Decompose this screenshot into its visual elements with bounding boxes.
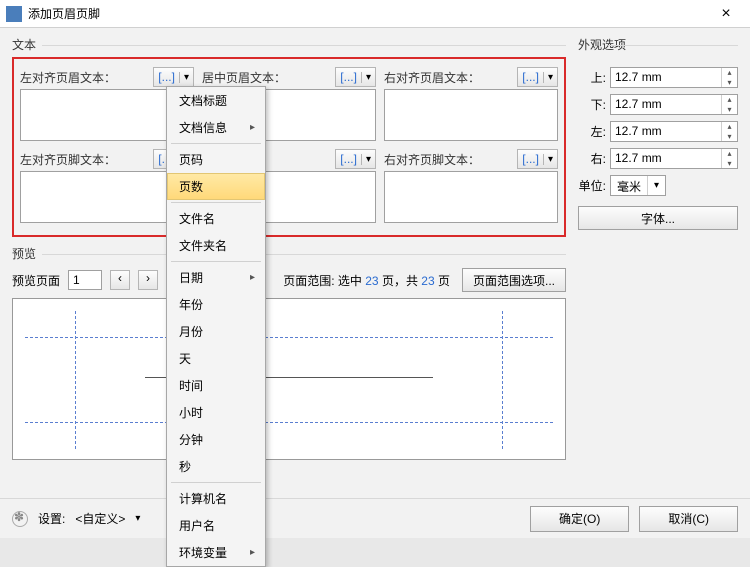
menu-item-year[interactable]: 年份: [167, 291, 265, 318]
unit-select[interactable]: 毫米▾: [610, 175, 666, 196]
chevron-right-icon: ▸: [250, 547, 255, 558]
chevron-down-icon: ▾: [361, 154, 375, 165]
appearance-group-label: 外观选项: [578, 36, 738, 53]
margin-bottom-label: 下:: [578, 96, 606, 113]
right-header-textarea[interactable]: [384, 89, 558, 141]
menu-item-month[interactable]: 月份: [167, 318, 265, 345]
right-footer-textarea[interactable]: [384, 171, 558, 223]
margin-top-input[interactable]: 12.7 mm▴▾: [610, 67, 738, 88]
menu-item-user[interactable]: 用户名: [167, 512, 265, 539]
right-header-insert-button[interactable]: [...] ▾: [517, 67, 558, 87]
center-header-label: 居中页眉文本：: [202, 69, 286, 86]
margin-left-input[interactable]: 12.7 mm▴▾: [610, 121, 738, 142]
chevron-down-icon: ▾: [543, 154, 557, 165]
next-page-button[interactable]: ›: [138, 270, 158, 290]
center-header-insert-button[interactable]: [...] ▾: [335, 67, 376, 87]
margin-left-label: 左:: [578, 123, 606, 140]
text-fields-container: 左对齐页眉文本： [...] ▾ 居中页眉文本： [...]: [12, 57, 566, 237]
right-header-label: 右对齐页眉文本：: [384, 69, 480, 86]
preview-group-label: 预览: [12, 245, 566, 262]
menu-item-second[interactable]: 秒: [167, 453, 265, 480]
menu-item-page-num[interactable]: 页码: [167, 146, 265, 173]
gear-icon[interactable]: [12, 511, 28, 527]
preview-page-label: 预览页面: [12, 272, 60, 289]
left-header-label: 左对齐页眉文本：: [20, 69, 116, 86]
menu-item-hour[interactable]: 小时: [167, 399, 265, 426]
margin-bottom-input[interactable]: 12.7 mm▴▾: [610, 94, 738, 115]
margin-right-label: 右:: [578, 150, 606, 167]
menu-item-day[interactable]: 天: [167, 345, 265, 372]
text-group-label: 文本: [12, 36, 566, 53]
menu-item-page-count[interactable]: 页数: [167, 173, 265, 200]
settings-value[interactable]: <自定义>: [75, 510, 125, 527]
insert-field-menu: 文档标题 文档信息▸ 页码 页数 文件名 文件夹名 日期▸ 年份 月份 天 时间…: [166, 86, 266, 567]
left-footer-label: 左对齐页脚文本：: [20, 151, 116, 168]
menu-item-doc-title[interactable]: 文档标题: [167, 87, 265, 114]
chevron-right-icon: ▸: [250, 272, 255, 283]
menu-item-file-name[interactable]: 文件名: [167, 205, 265, 232]
close-button[interactable]: ×: [708, 5, 744, 23]
preview-area: [12, 298, 566, 460]
cancel-button[interactable]: 取消(C): [639, 506, 738, 532]
menu-item-computer[interactable]: 计算机名: [167, 485, 265, 512]
titlebar: 添加页眉页脚 ×: [0, 0, 750, 28]
menu-item-folder-name[interactable]: 文件夹名: [167, 232, 265, 259]
center-footer-insert-button[interactable]: [...] ▾: [335, 149, 376, 169]
unit-label: 单位:: [578, 177, 606, 194]
settings-label: 设置:: [38, 510, 65, 527]
left-header-insert-button[interactable]: [...] ▾: [153, 67, 194, 87]
menu-item-date[interactable]: 日期▸: [167, 264, 265, 291]
chevron-down-icon: ▾: [361, 72, 375, 83]
chevron-down-icon[interactable]: ▾: [135, 513, 140, 524]
right-footer-insert-button[interactable]: [...] ▾: [517, 149, 558, 169]
chevron-down-icon: ▾: [179, 72, 193, 83]
ok-button[interactable]: 确定(O): [530, 506, 629, 532]
window-title: 添加页眉页脚: [28, 5, 708, 22]
chevron-right-icon: ▸: [250, 122, 255, 133]
footer-bar: 设置: <自定义> ▾ 确定(O) 取消(C): [0, 498, 750, 538]
font-button[interactable]: 字体...: [578, 206, 738, 230]
menu-item-time[interactable]: 时间: [167, 372, 265, 399]
preview-page-input[interactable]: [68, 270, 102, 290]
margin-top-label: 上:: [578, 69, 606, 86]
chevron-down-icon: ▾: [543, 72, 557, 83]
margin-right-input[interactable]: 12.7 mm▴▾: [610, 148, 738, 169]
menu-item-minute[interactable]: 分钟: [167, 426, 265, 453]
menu-item-doc-info[interactable]: 文档信息▸: [167, 114, 265, 141]
right-footer-label: 右对齐页脚文本：: [384, 151, 480, 168]
page-range-options-button[interactable]: 页面范围选项...: [462, 268, 566, 292]
menu-item-env[interactable]: 环境变量▸: [167, 539, 265, 566]
app-icon: [6, 6, 22, 22]
prev-page-button[interactable]: ‹: [110, 270, 130, 290]
